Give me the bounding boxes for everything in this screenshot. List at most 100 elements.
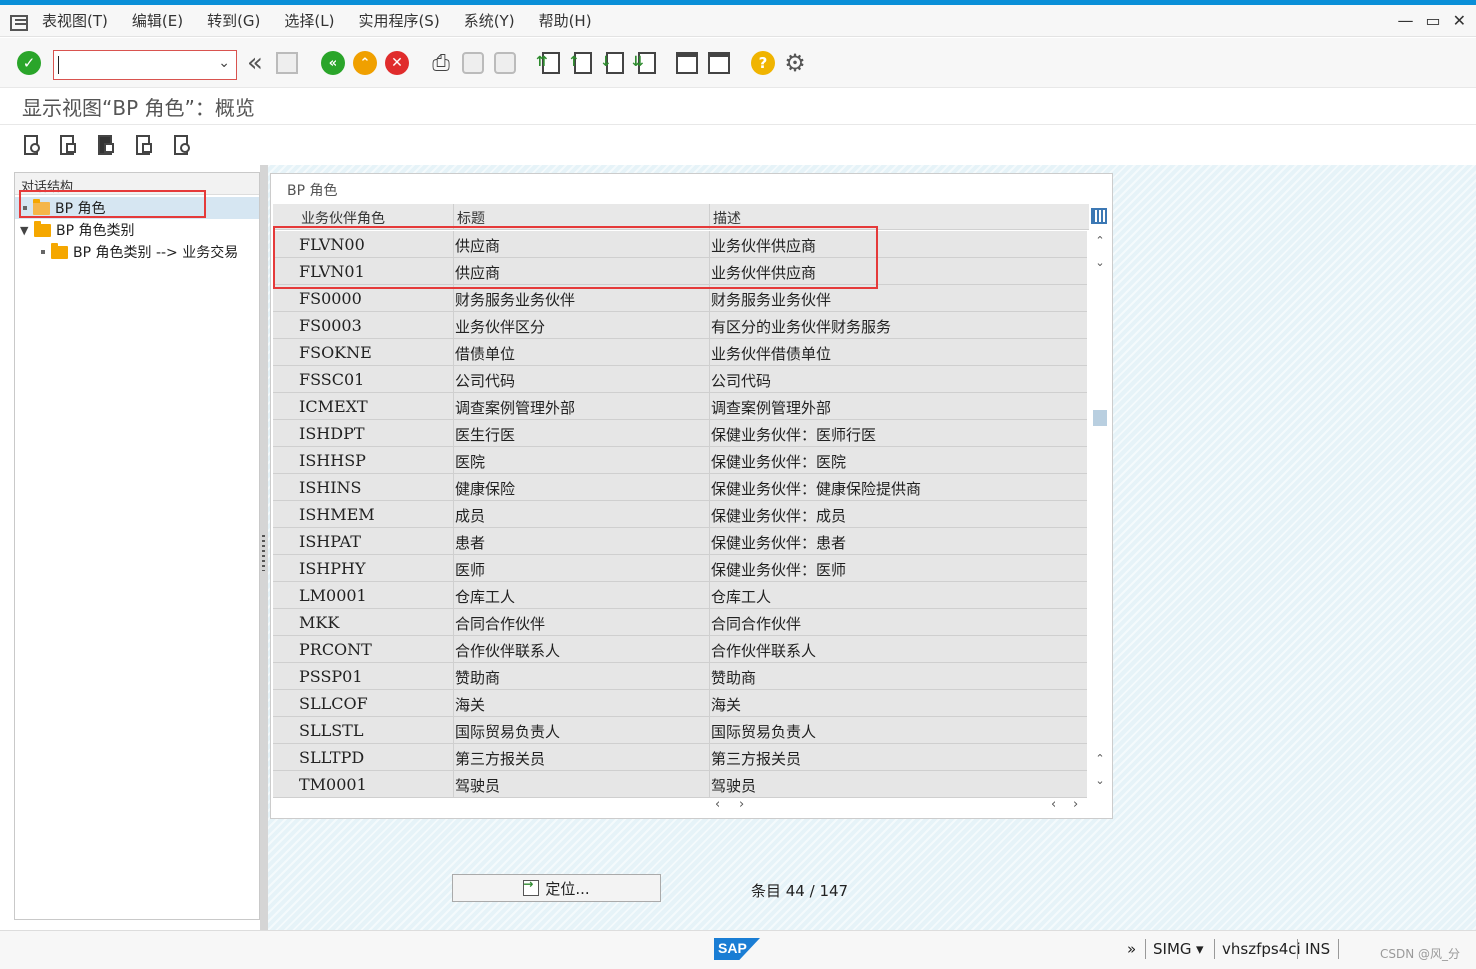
command-field[interactable]: ⌄: [53, 50, 237, 80]
column-header-title[interactable]: 标题: [457, 208, 485, 228]
scroll-page-up-icon[interactable]: ⌃: [1093, 752, 1107, 765]
cell-role[interactable]: ICMEXT: [299, 394, 449, 418]
cell-role[interactable]: SLLSTL: [299, 718, 449, 742]
cell-description[interactable]: 保健业务伙伴：医师行医: [711, 424, 876, 445]
close-icon[interactable]: ✕: [1453, 11, 1466, 30]
cell-description[interactable]: 财务服务业务伙伴: [711, 289, 831, 310]
maximize-icon[interactable]: ▭: [1425, 11, 1440, 30]
select-block-icon[interactable]: [96, 135, 118, 157]
cell-role[interactable]: FSSC01: [299, 367, 449, 391]
system-dropdown-icon[interactable]: ▾: [1196, 940, 1204, 958]
scroll-left-icon[interactable]: ‹: [1051, 797, 1056, 812]
back-icon[interactable]: «: [320, 50, 346, 76]
prev-page-icon[interactable]: ↑: [568, 50, 596, 76]
cell-title[interactable]: 医院: [455, 451, 485, 472]
print-field-list-icon[interactable]: [172, 135, 194, 157]
cell-description[interactable]: 仓库工人: [711, 586, 771, 607]
cell-title[interactable]: 调查案例管理外部: [455, 397, 575, 418]
table-row[interactable]: SLLCOF 海关 海关: [273, 690, 1087, 717]
menu-item-help[interactable]: 帮助(H): [539, 10, 592, 31]
table-row[interactable]: PSSP01 赞助商 赞助商: [273, 663, 1087, 690]
table-settings-icon[interactable]: [1091, 208, 1107, 224]
cell-description[interactable]: 保健业务伙伴：医师: [711, 559, 846, 580]
cell-title[interactable]: 医生行医: [455, 424, 515, 445]
cell-role[interactable]: ISHHSP: [299, 448, 449, 472]
cell-description[interactable]: 第三方报关员: [711, 748, 801, 769]
vertical-scrollbar[interactable]: ⌃ ⌄ ⌃ ⌄: [1089, 232, 1111, 796]
scroll-down-icon[interactable]: ⌄: [1093, 256, 1107, 269]
scroll-page-down-icon[interactable]: ⌄: [1093, 774, 1107, 787]
column-header-role[interactable]: 业务伙伴角色: [301, 208, 385, 228]
table-row[interactable]: ISHPAT 患者 保健业务伙伴：患者: [273, 528, 1087, 555]
cell-title[interactable]: 海关: [455, 694, 485, 715]
cancel-icon[interactable]: ✕: [384, 50, 410, 76]
scroll-up-icon[interactable]: ⌃: [1093, 234, 1107, 247]
print-icon[interactable]: ⎙: [428, 50, 454, 76]
create-session-icon[interactable]: [674, 50, 700, 76]
cell-title[interactable]: 合作伙伴联系人: [455, 640, 560, 661]
table-row[interactable]: PRCONT 合作伙伴联系人 合作伙伴联系人: [273, 636, 1087, 663]
cell-description[interactable]: 国际贸易负责人: [711, 721, 816, 742]
cell-title[interactable]: 业务伙伴区分: [455, 316, 545, 337]
menu-item-edit[interactable]: 编辑(E): [132, 10, 183, 31]
settings-icon[interactable]: ⚙: [782, 49, 808, 77]
menu-icon[interactable]: [10, 13, 30, 31]
cell-role[interactable]: ISHDPT: [299, 421, 449, 445]
menu-item-table-view[interactable]: 表视图(T): [42, 10, 108, 31]
deselect-all-icon[interactable]: [134, 135, 156, 157]
cell-title[interactable]: 驾驶员: [455, 775, 500, 796]
cell-role[interactable]: ISHPAT: [299, 529, 449, 553]
table-row[interactable]: ISHMEM 成员 保健业务伙伴：成员: [273, 501, 1087, 528]
check-icon[interactable]: ✓: [16, 50, 42, 76]
cell-title[interactable]: 健康保险: [455, 478, 515, 499]
cell-role[interactable]: FSOKNE: [299, 340, 449, 364]
find-icon[interactable]: [460, 50, 486, 76]
find-next-icon[interactable]: [492, 50, 518, 76]
scroll-right-icon[interactable]: ›: [739, 797, 744, 812]
cell-role[interactable]: SLLCOF: [299, 691, 449, 715]
cell-role[interactable]: FS0003: [299, 313, 449, 337]
cell-title[interactable]: 公司代码: [455, 370, 515, 391]
cell-description[interactable]: 保健业务伙伴：患者: [711, 532, 846, 553]
cell-description[interactable]: 合同合作伙伴: [711, 613, 801, 634]
exit-icon[interactable]: ⌃: [352, 50, 378, 76]
table-row[interactable]: SLLSTL 国际贸易负责人 国际贸易负责人: [273, 717, 1087, 744]
column-header-description[interactable]: 描述: [713, 208, 741, 228]
cell-role[interactable]: LM0001: [299, 583, 449, 607]
menu-item-utilities[interactable]: 实用程序(S): [358, 10, 439, 31]
help-icon[interactable]: ?: [750, 50, 776, 76]
cell-description[interactable]: 合作伙伴联系人: [711, 640, 816, 661]
cell-description[interactable]: 保健业务伙伴：健康保险提供商: [711, 478, 921, 499]
cell-role[interactable]: ISHPHY: [299, 556, 449, 580]
cell-title[interactable]: 国际贸易负责人: [455, 721, 560, 742]
scroll-right-icon[interactable]: ›: [1073, 797, 1078, 812]
table-row[interactable]: ICMEXT 调查案例管理外部 调查案例管理外部: [273, 393, 1087, 420]
cell-title[interactable]: 第三方报关员: [455, 748, 545, 769]
horizontal-scrollbar[interactable]: ‹ › ‹ ›: [273, 796, 1111, 816]
last-page-icon[interactable]: ⇊: [632, 50, 660, 76]
cell-description[interactable]: 保健业务伙伴：成员: [711, 505, 846, 526]
splitter-grip[interactable]: [262, 535, 265, 571]
cell-description[interactable]: 有区分的业务伙伴财务服务: [711, 316, 891, 337]
menu-item-selection[interactable]: 选择(L): [284, 10, 334, 31]
cell-title[interactable]: 仓库工人: [455, 586, 515, 607]
cell-description[interactable]: 保健业务伙伴：医院: [711, 451, 846, 472]
table-row[interactable]: FSOKNE 借债单位 业务伙伴借债单位: [273, 339, 1087, 366]
table-row[interactable]: LM0001 仓库工人 仓库工人: [273, 582, 1087, 609]
table-row[interactable]: FS0003 业务伙伴区分 有区分的业务伙伴财务服务: [273, 312, 1087, 339]
minimize-icon[interactable]: —: [1397, 11, 1413, 30]
tree-item-bp-role-category[interactable]: ▼ BP 角色类别: [15, 219, 259, 241]
shortcut-icon[interactable]: [706, 50, 732, 76]
cell-title[interactable]: 患者: [455, 532, 485, 553]
table-row[interactable]: ISHINS 健康保险 保健业务伙伴：健康保险提供商: [273, 474, 1087, 501]
save-icon[interactable]: [274, 50, 300, 76]
cell-role[interactable]: PRCONT: [299, 637, 449, 661]
cell-title[interactable]: 财务服务业务伙伴: [455, 289, 575, 310]
menu-item-goto[interactable]: 转到(G): [207, 10, 260, 31]
cell-description[interactable]: 业务伙伴借债单位: [711, 343, 831, 364]
cell-role[interactable]: SLLTPD: [299, 745, 449, 769]
double-chevron-left-icon[interactable]: «: [242, 48, 268, 78]
cell-role[interactable]: ISHINS: [299, 475, 449, 499]
cell-title[interactable]: 医师: [455, 559, 485, 580]
cell-role[interactable]: MKK: [299, 610, 449, 634]
